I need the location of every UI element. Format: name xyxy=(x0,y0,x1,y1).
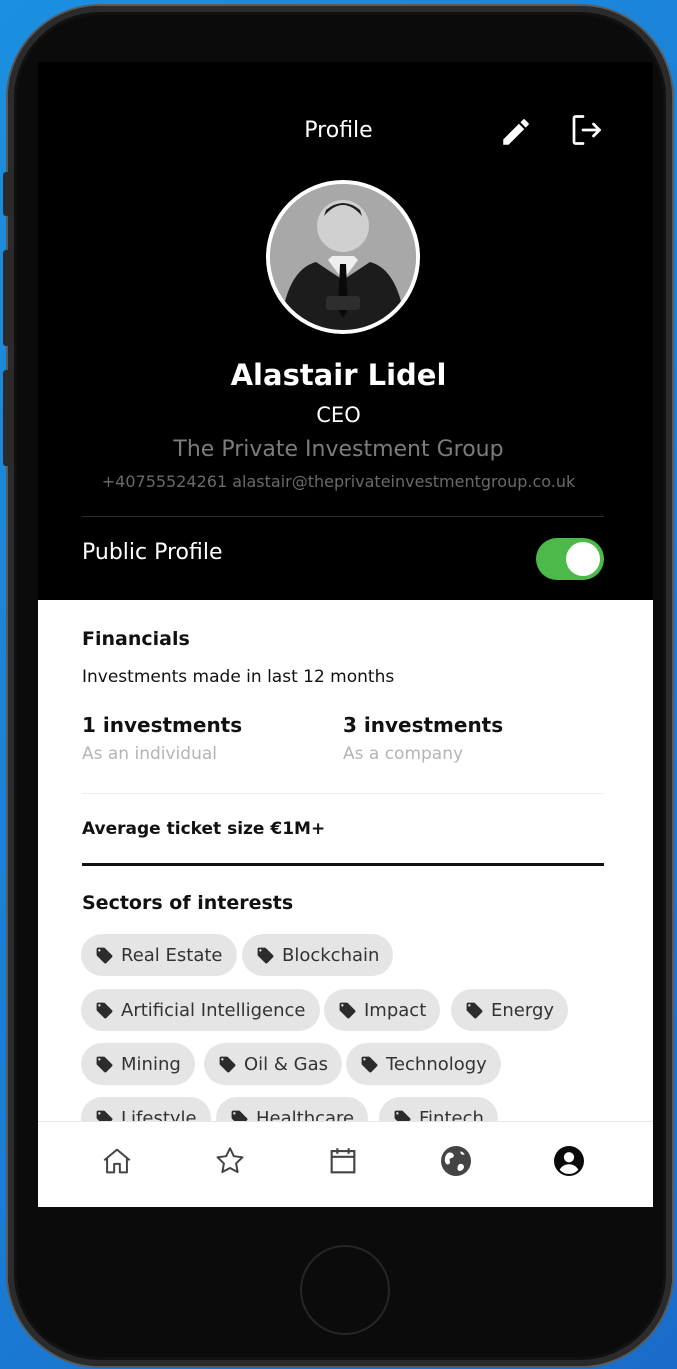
avatar[interactable] xyxy=(266,180,420,334)
divider xyxy=(82,516,604,517)
divider xyxy=(82,793,604,794)
phone-home-button[interactable] xyxy=(300,1245,390,1335)
tag-label: Technology xyxy=(386,1053,487,1075)
profile-contact: +40755524261 alastair@theprivateinvestme… xyxy=(101,472,576,491)
star-icon xyxy=(216,1147,244,1174)
phone-volume-up xyxy=(3,250,13,346)
profile-details-panel: Financials Investments made in last 12 m… xyxy=(38,600,653,1207)
edit-button[interactable] xyxy=(496,112,536,152)
sector-tag[interactable]: Energy xyxy=(451,989,569,1031)
tag-icon xyxy=(466,1002,483,1018)
pencil-icon xyxy=(503,119,529,145)
tag-label: Impact xyxy=(364,999,427,1021)
logout-button[interactable] xyxy=(566,110,606,150)
phone-side-button xyxy=(3,172,13,216)
tag-label: Blockchain xyxy=(282,944,380,966)
tab-calendar[interactable] xyxy=(320,1138,366,1184)
company-investments-label: As a company xyxy=(343,744,464,764)
sector-tag[interactable]: Real Estate xyxy=(81,934,237,976)
sector-tag[interactable]: Oil & Gas xyxy=(204,1043,343,1085)
financials-title: Financials xyxy=(82,628,190,650)
tag-label: Energy xyxy=(491,999,555,1021)
tag-icon xyxy=(339,1002,356,1018)
tag-label: Real Estate xyxy=(121,944,223,966)
bottom-tab-bar xyxy=(38,1121,653,1207)
company-investments-value: 3 investments xyxy=(343,713,504,737)
profile-name: Alastair Lidel xyxy=(230,358,447,392)
individual-investments-label: As an individual xyxy=(82,744,217,764)
account-icon xyxy=(554,1146,584,1176)
sector-tag[interactable]: Technology xyxy=(346,1043,501,1085)
tab-explore[interactable] xyxy=(433,1138,479,1184)
tag-icon xyxy=(96,1056,113,1072)
home-icon xyxy=(103,1148,131,1174)
sector-tag[interactable]: Impact xyxy=(324,989,441,1031)
financials-subtitle: Investments made in last 12 months xyxy=(82,667,395,687)
tag-label: Artificial Intelligence xyxy=(121,999,306,1021)
calendar-icon xyxy=(330,1148,356,1174)
individual-investments-value: 1 investments xyxy=(82,713,243,737)
profile-photo xyxy=(270,184,416,330)
tab-profile[interactable] xyxy=(546,1138,592,1184)
tag-icon xyxy=(361,1056,378,1072)
public-profile-toggle[interactable] xyxy=(536,538,604,580)
sector-tag[interactable]: Mining xyxy=(81,1043,195,1085)
tag-label: Oil & Gas xyxy=(244,1053,329,1075)
tab-home[interactable] xyxy=(94,1138,140,1184)
tag-icon xyxy=(257,947,274,963)
divider xyxy=(82,863,604,866)
tab-favorites[interactable] xyxy=(207,1138,253,1184)
sector-tag[interactable]: Artificial Intelligence xyxy=(81,989,320,1031)
tag-icon xyxy=(96,1002,113,1018)
tag-label: Mining xyxy=(121,1053,181,1075)
profile-company: The Private Investment Group xyxy=(173,437,504,462)
sectors-title: Sectors of interests xyxy=(82,892,294,914)
globe-icon xyxy=(441,1146,471,1176)
toggle-knob xyxy=(566,542,600,576)
average-ticket-size: Average ticket size €1M+ xyxy=(82,819,326,839)
tag-icon xyxy=(219,1056,236,1072)
profile-role: CEO xyxy=(316,403,361,427)
sector-tag[interactable]: Blockchain xyxy=(242,934,394,976)
tag-icon xyxy=(96,947,113,963)
logout-icon xyxy=(572,115,601,145)
public-profile-label: Public Profile xyxy=(82,540,223,565)
